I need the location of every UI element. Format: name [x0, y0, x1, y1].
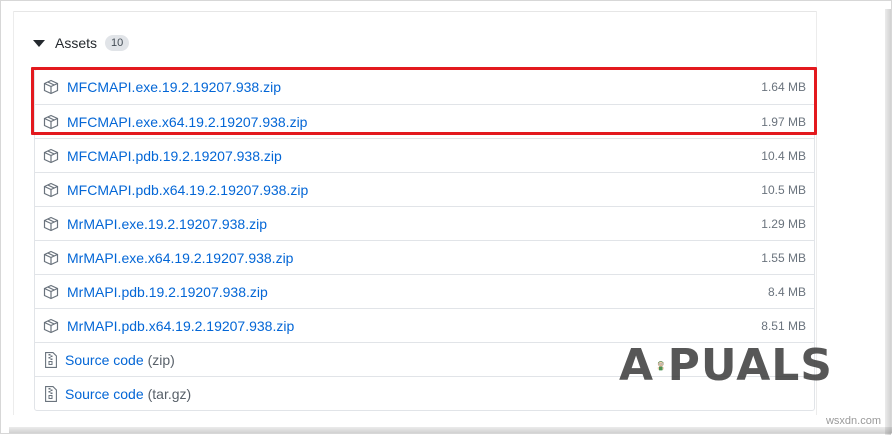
appuals-watermark: A PUALS [619, 331, 833, 401]
asset-size: 1.97 MB [761, 114, 806, 129]
asset-row: MrMAPI.exe.x64.19.2.19207.938.zip 1.55 M… [35, 240, 814, 274]
asset-row: MrMAPI.pdb.19.2.19207.938.zip 8.4 MB [35, 274, 814, 308]
asset-row: MFCMAPI.pdb.x64.19.2.19207.938.zip 10.5 … [35, 172, 814, 206]
left-divider [13, 11, 14, 415]
top-divider [13, 11, 817, 12]
watermark-text-left: A [619, 340, 655, 391]
watermark-text-right: PUALS [667, 340, 833, 391]
asset-size: 1.29 MB [761, 216, 806, 231]
caret-down-icon [33, 39, 45, 47]
asset-size: 10.5 MB [761, 182, 806, 197]
assets-count-badge: 10 [105, 35, 130, 51]
asset-row: MrMAPI.exe.19.2.19207.938.zip 1.29 MB [35, 206, 814, 240]
asset-size: 8.4 MB [767, 284, 806, 299]
asset-download-link[interactable]: MrMAPI.exe.19.2.19207.938.zip [67, 216, 267, 232]
package-icon [43, 114, 59, 129]
source-code-zip-link[interactable]: Source code [65, 352, 144, 368]
package-icon [43, 79, 59, 95]
file-zip-icon [45, 351, 57, 368]
source-format-label: (zip) [147, 351, 175, 368]
asset-size: 10.4 MB [761, 148, 806, 163]
source-format-label: (tar.gz) [147, 385, 192, 402]
asset-size: 1.55 MB [761, 250, 806, 265]
file-zip-icon [45, 385, 57, 402]
asset-download-link[interactable]: MFCMAPI.exe.19.2.19207.938.zip [67, 79, 281, 95]
asset-row: MFCMAPI.exe.19.2.19207.938.zip 1.64 MB [35, 70, 814, 104]
package-icon [43, 318, 59, 333]
asset-download-link[interactable]: MFCMAPI.exe.x64.19.2.19207.938.zip [67, 114, 307, 130]
assets-label: Assets [55, 35, 98, 51]
asset-download-link[interactable]: MFCMAPI.pdb.x64.19.2.19207.938.zip [67, 182, 308, 198]
asset-download-link[interactable]: MrMAPI.pdb.19.2.19207.938.zip [67, 284, 268, 300]
drop-shadow-bottom [9, 427, 892, 433]
asset-row: MFCMAPI.exe.x64.19.2.19207.938.zip 1.97 … [35, 104, 814, 138]
mascot-icon [657, 361, 664, 371]
package-icon [43, 182, 59, 197]
package-icon [43, 148, 59, 163]
screenshot-frame: Assets 10 MFCMAPI.exe.19.2.19207.938.zip… [0, 0, 892, 435]
assets-toggle[interactable]: Assets 10 [33, 33, 130, 53]
package-icon [43, 250, 59, 265]
asset-download-link[interactable]: MrMAPI.exe.x64.19.2.19207.938.zip [67, 250, 293, 266]
asset-size: 1.64 MB [761, 80, 806, 94]
asset-download-link[interactable]: MFCMAPI.pdb.19.2.19207.938.zip [67, 148, 282, 164]
source-code-targz-link[interactable]: Source code [65, 386, 144, 402]
site-watermark: wsxdn.com [825, 415, 881, 427]
drop-shadow-right [885, 9, 891, 435]
asset-row: MFCMAPI.pdb.19.2.19207.938.zip 10.4 MB [35, 138, 814, 172]
asset-download-link[interactable]: MrMAPI.pdb.x64.19.2.19207.938.zip [67, 318, 294, 334]
package-icon [43, 216, 59, 231]
package-icon [43, 284, 59, 299]
